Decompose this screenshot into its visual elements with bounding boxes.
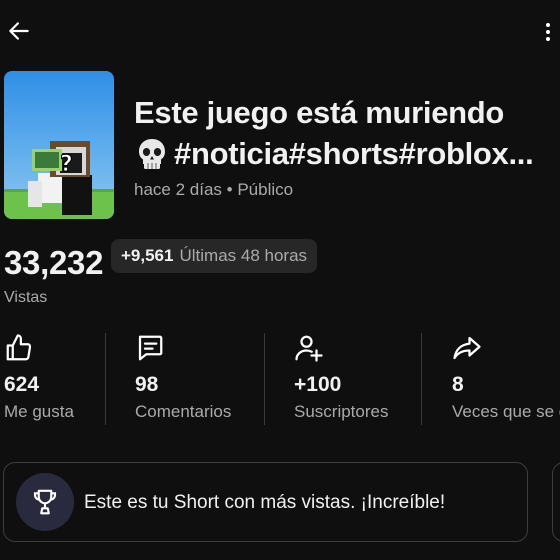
video-title-line-2-wrap: #noticia#shorts#roblox... [134, 133, 558, 174]
video-meta: hace 2 días • Público [134, 180, 293, 200]
shares-label: Veces que se c [452, 402, 560, 421]
add-person-icon [295, 335, 323, 362]
thumbs-up-icon [6, 334, 32, 361]
video-age: hace 2 días [134, 180, 222, 199]
share-icon [453, 336, 481, 360]
meta-separator: • [226, 180, 233, 199]
top-short-banner[interactable]: Este es tu Short con más vistas. ¡Increí… [3, 462, 528, 542]
likes-value: 624 [4, 373, 40, 396]
video-title: Este juego está muriendo #noticia#shorts… [134, 92, 558, 174]
video-thumbnail[interactable]: ? [4, 71, 114, 219]
stat-subscribers: +100 Suscriptores [294, 333, 419, 428]
stat-divider [105, 333, 106, 425]
trophy-icon [33, 489, 57, 515]
views-delta: +9,561 [121, 246, 174, 265]
top-bar [0, 0, 560, 64]
views-count: 33,232 [4, 244, 104, 281]
video-analytics-screen: ? Este juego está muriendo #noticia#shor… [0, 0, 560, 560]
video-title-line-2: #noticia#shorts#roblox... [174, 136, 534, 171]
video-visibility: Público [237, 180, 294, 199]
back-button[interactable] [4, 16, 34, 46]
more-vert-icon [546, 23, 550, 41]
comments-value: 98 [135, 373, 159, 396]
subscribers-label: Suscriptores [294, 402, 389, 421]
comments-label: Comentarios [135, 402, 232, 421]
comment-icon [138, 335, 163, 361]
likes-label: Me gusta [4, 402, 74, 421]
arrow-left-icon [9, 22, 29, 40]
shares-value: 8 [452, 373, 464, 396]
stat-shares: 8 Veces que se c [452, 333, 560, 428]
subscribers-value: +100 [294, 373, 342, 396]
trophy-badge [16, 473, 74, 531]
views-delta-chip: +9,561 Últimas 48 horas [111, 239, 318, 273]
views-label: Vistas [4, 289, 48, 306]
stat-divider [421, 333, 422, 425]
svg-text:?: ? [60, 152, 73, 177]
more-options-button[interactable] [538, 18, 558, 46]
skull-emoji-icon [134, 136, 170, 172]
thumbnail-image: ? [4, 71, 114, 219]
stat-divider [264, 333, 265, 425]
stat-comments: 98 Comentarios [135, 333, 260, 428]
banner-text: Este es tu Short con más vistas. ¡Increí… [84, 492, 446, 513]
stat-likes: 624 Me gusta [4, 333, 100, 428]
next-card-edge[interactable] [552, 462, 560, 542]
views-period: Últimas 48 horas [179, 246, 308, 265]
video-title-line-1: Este juego está muriendo [134, 95, 505, 130]
